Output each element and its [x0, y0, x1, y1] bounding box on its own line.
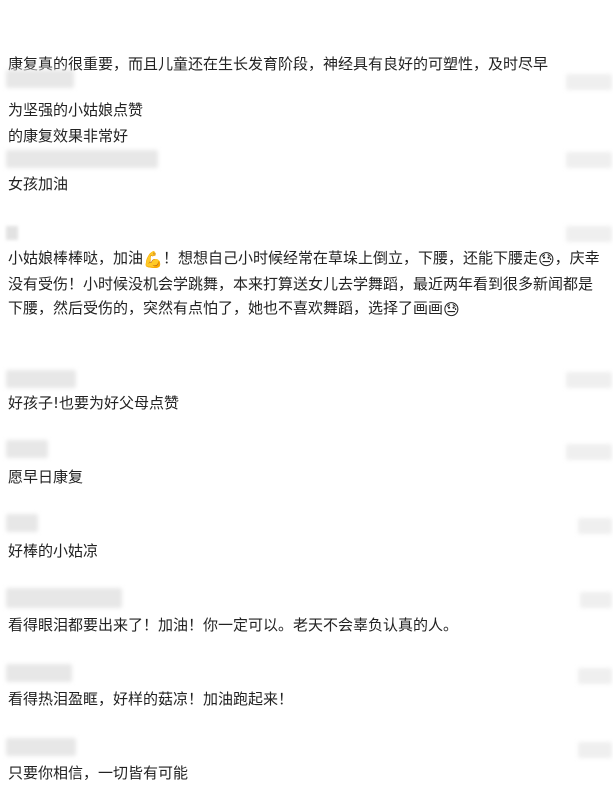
comment-text: 好孩子!也要为好父母点赞 — [8, 394, 180, 412]
comment-text: 小姑娘棒棒哒，加油💪！想想自己小时候经常在草垛上倒立，下腰，还能下腰走😓，庆幸没… — [8, 246, 605, 322]
comment-text: 女孩加油 — [8, 175, 69, 193]
comment-text: 看得热泪盈眶，好样的菇凉！加油跑起来！ — [8, 690, 294, 708]
blurred-username — [6, 664, 72, 682]
blurred-username — [6, 70, 74, 88]
comment-text: 为坚强的小姑娘点赞 — [8, 101, 144, 119]
blurred-timestamp — [566, 152, 612, 168]
blurred-timestamp — [578, 742, 612, 758]
blurred-timestamp — [578, 668, 612, 684]
comment-text: 看得眼泪都要出来了！加油！你一定可以。老天不会辜负认真的人。 — [8, 616, 459, 634]
blurred-username — [6, 440, 48, 458]
blurred-username — [6, 226, 18, 240]
comment-text: 愿早日康复 — [8, 468, 84, 486]
blurred-timestamp — [578, 518, 612, 534]
comment-text-part: 小姑娘棒棒哒，加油 — [8, 249, 144, 267]
blurred-timestamp — [566, 372, 612, 388]
blurred-username — [6, 150, 158, 168]
comment-text: 康复真的很重要，而且儿童还在生长发育阶段，神经具有良好的可塑性，及时尽早 的康复… — [8, 4, 605, 172]
blurred-username — [6, 738, 76, 756]
sweat-face-icon: 😓 — [443, 300, 460, 319]
comment-text-part: ！想想自己小时候经常在草垛上倒立，下腰，还能下腰走 — [162, 249, 538, 267]
sweat-face-icon: 😓 — [537, 250, 555, 269]
blurred-timestamp — [566, 226, 612, 242]
comment-line: 的康复效果非常好 — [8, 127, 129, 145]
flexed-biceps-icon: 💪 — [143, 250, 163, 269]
blurred-timestamp — [566, 444, 612, 460]
blurred-username — [6, 588, 122, 608]
blurred-timestamp — [566, 74, 612, 90]
blurred-username — [6, 514, 38, 532]
comment-text: 只要你相信，一切皆有可能 — [8, 764, 189, 782]
blurred-timestamp — [580, 592, 612, 608]
comment-line: 康复真的很重要，而且儿童还在生长发育阶段，神经具有良好的可塑性，及时尽早 — [8, 55, 549, 73]
blurred-username — [6, 370, 76, 388]
comment-text: 好棒的小姑凉 — [8, 542, 99, 560]
